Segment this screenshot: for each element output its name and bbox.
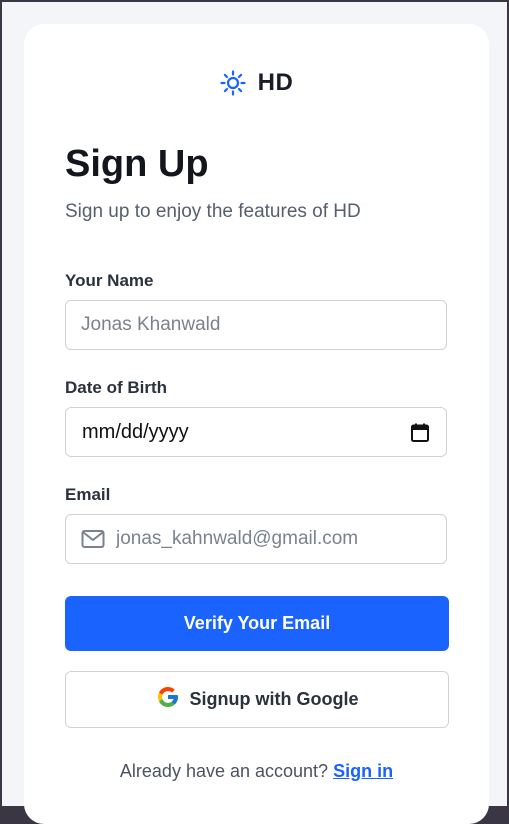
- name-label: Your Name: [65, 271, 154, 290]
- google-signup-label: Signup with Google: [189, 689, 359, 709]
- verify-email-button[interactable]: Verify Your Email: [65, 596, 449, 651]
- brand-name: HD: [257, 69, 294, 96]
- name-field[interactable]: [65, 300, 447, 350]
- calendar-icon[interactable]: [410, 422, 430, 442]
- brand-header: HD: [24, 68, 489, 98]
- signin-prompt: Already have an account? Sign in: [24, 761, 489, 782]
- email-field[interactable]: [65, 514, 447, 564]
- google-signup-button[interactable]: Signup with Google: [65, 671, 449, 728]
- signin-link[interactable]: Sign in: [333, 761, 393, 781]
- dob-field[interactable]: mm/dd/yyyy: [65, 407, 447, 457]
- mail-icon: [81, 529, 105, 549]
- email-label: Email: [65, 485, 111, 504]
- email-input[interactable]: [105, 528, 446, 550]
- page-background: HD Sign Up Sign up to enjoy the features…: [2, 2, 507, 824]
- page-subtitle: Sign up to enjoy the features of HD: [65, 201, 361, 222]
- sun-icon: [220, 70, 246, 96]
- page-title: Sign Up: [65, 143, 209, 185]
- name-input[interactable]: [66, 314, 446, 336]
- dob-label: Date of Birth: [65, 378, 167, 397]
- signin-prompt-text: Already have an account?: [119, 761, 329, 781]
- dob-input[interactable]: mm/dd/yyyy: [66, 421, 410, 444]
- google-icon: [156, 685, 180, 714]
- signup-card: HD Sign Up Sign up to enjoy the features…: [24, 24, 489, 824]
